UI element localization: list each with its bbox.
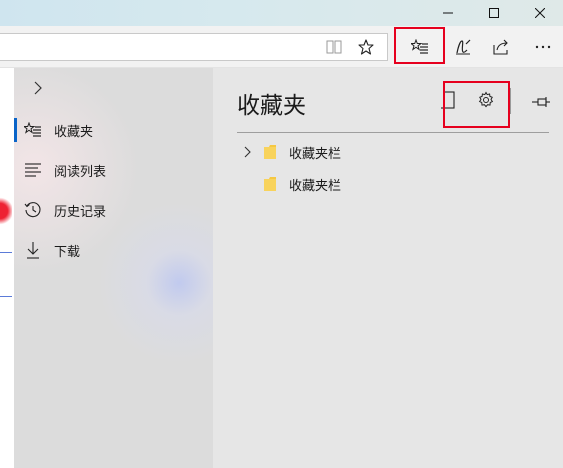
web-note-icon [454, 38, 472, 56]
nav-item-downloads[interactable]: 下载 [14, 230, 213, 270]
more-button[interactable] [527, 31, 559, 63]
nav-item-reading-list[interactable]: 阅读列表 [14, 150, 213, 190]
hub-panel: 收藏夹 阅读列表 历史记录 下载 收藏夹 收藏夹栏 收藏夹栏 [14, 68, 563, 468]
add-favorite-button[interactable] [350, 31, 382, 63]
page-red-mark [0, 196, 12, 226]
nav-item-favorites[interactable]: 收藏夹 [14, 110, 213, 150]
list-item[interactable]: 收藏夹栏 [237, 170, 549, 198]
expand-nav-button[interactable] [24, 78, 52, 100]
minimize-button[interactable] [425, 0, 471, 26]
nav-item-label: 收藏夹 [54, 124, 94, 140]
settings-highlight [443, 81, 510, 128]
maximize-icon [489, 8, 499, 18]
page-divider [0, 252, 12, 253]
web-note-button[interactable] [447, 31, 479, 63]
favorites-icon [14, 122, 52, 138]
favorite-star-icon [358, 39, 374, 55]
share-icon [493, 39, 511, 55]
nav-item-label: 阅读列表 [54, 164, 107, 180]
reading-view-icon [326, 40, 342, 54]
list-item[interactable]: 收藏夹栏 [237, 138, 549, 166]
more-icon [535, 45, 551, 49]
folder-icon [257, 177, 283, 191]
close-button[interactable] [517, 0, 563, 26]
nav-item-label: 下载 [54, 244, 81, 260]
download-icon [14, 241, 52, 259]
minimize-icon [443, 8, 453, 18]
share-button[interactable] [486, 31, 518, 63]
expand-folder-icon[interactable] [237, 146, 257, 158]
reading-list-icon [14, 162, 52, 178]
nav-item-label: 历史记录 [54, 204, 107, 220]
history-icon [14, 201, 52, 219]
maximize-button[interactable] [471, 0, 517, 26]
pin-button[interactable] [528, 89, 554, 115]
favorites-content: 收藏夹 收藏夹栏 收藏夹栏 [213, 68, 563, 468]
toolbar-separator [510, 88, 511, 114]
reading-view-button[interactable] [318, 31, 350, 63]
browser-toolbar [0, 26, 563, 68]
folder-icon [257, 145, 283, 159]
header-divider [237, 132, 549, 133]
chevron-right-icon [34, 80, 42, 99]
nav-item-history[interactable]: 历史记录 [14, 190, 213, 230]
page-title: 收藏夹 [237, 93, 306, 119]
folder-label: 收藏夹栏 [289, 178, 342, 194]
hub-button-highlight [394, 27, 445, 64]
folder-label: 收藏夹栏 [289, 146, 342, 162]
hub-navigation: 收藏夹 阅读列表 历史记录 下载 [14, 68, 213, 468]
title-bar [0, 0, 563, 26]
pin-icon [532, 93, 550, 112]
close-icon [535, 8, 545, 18]
page-content-strip [0, 68, 14, 468]
page-divider [0, 296, 12, 297]
